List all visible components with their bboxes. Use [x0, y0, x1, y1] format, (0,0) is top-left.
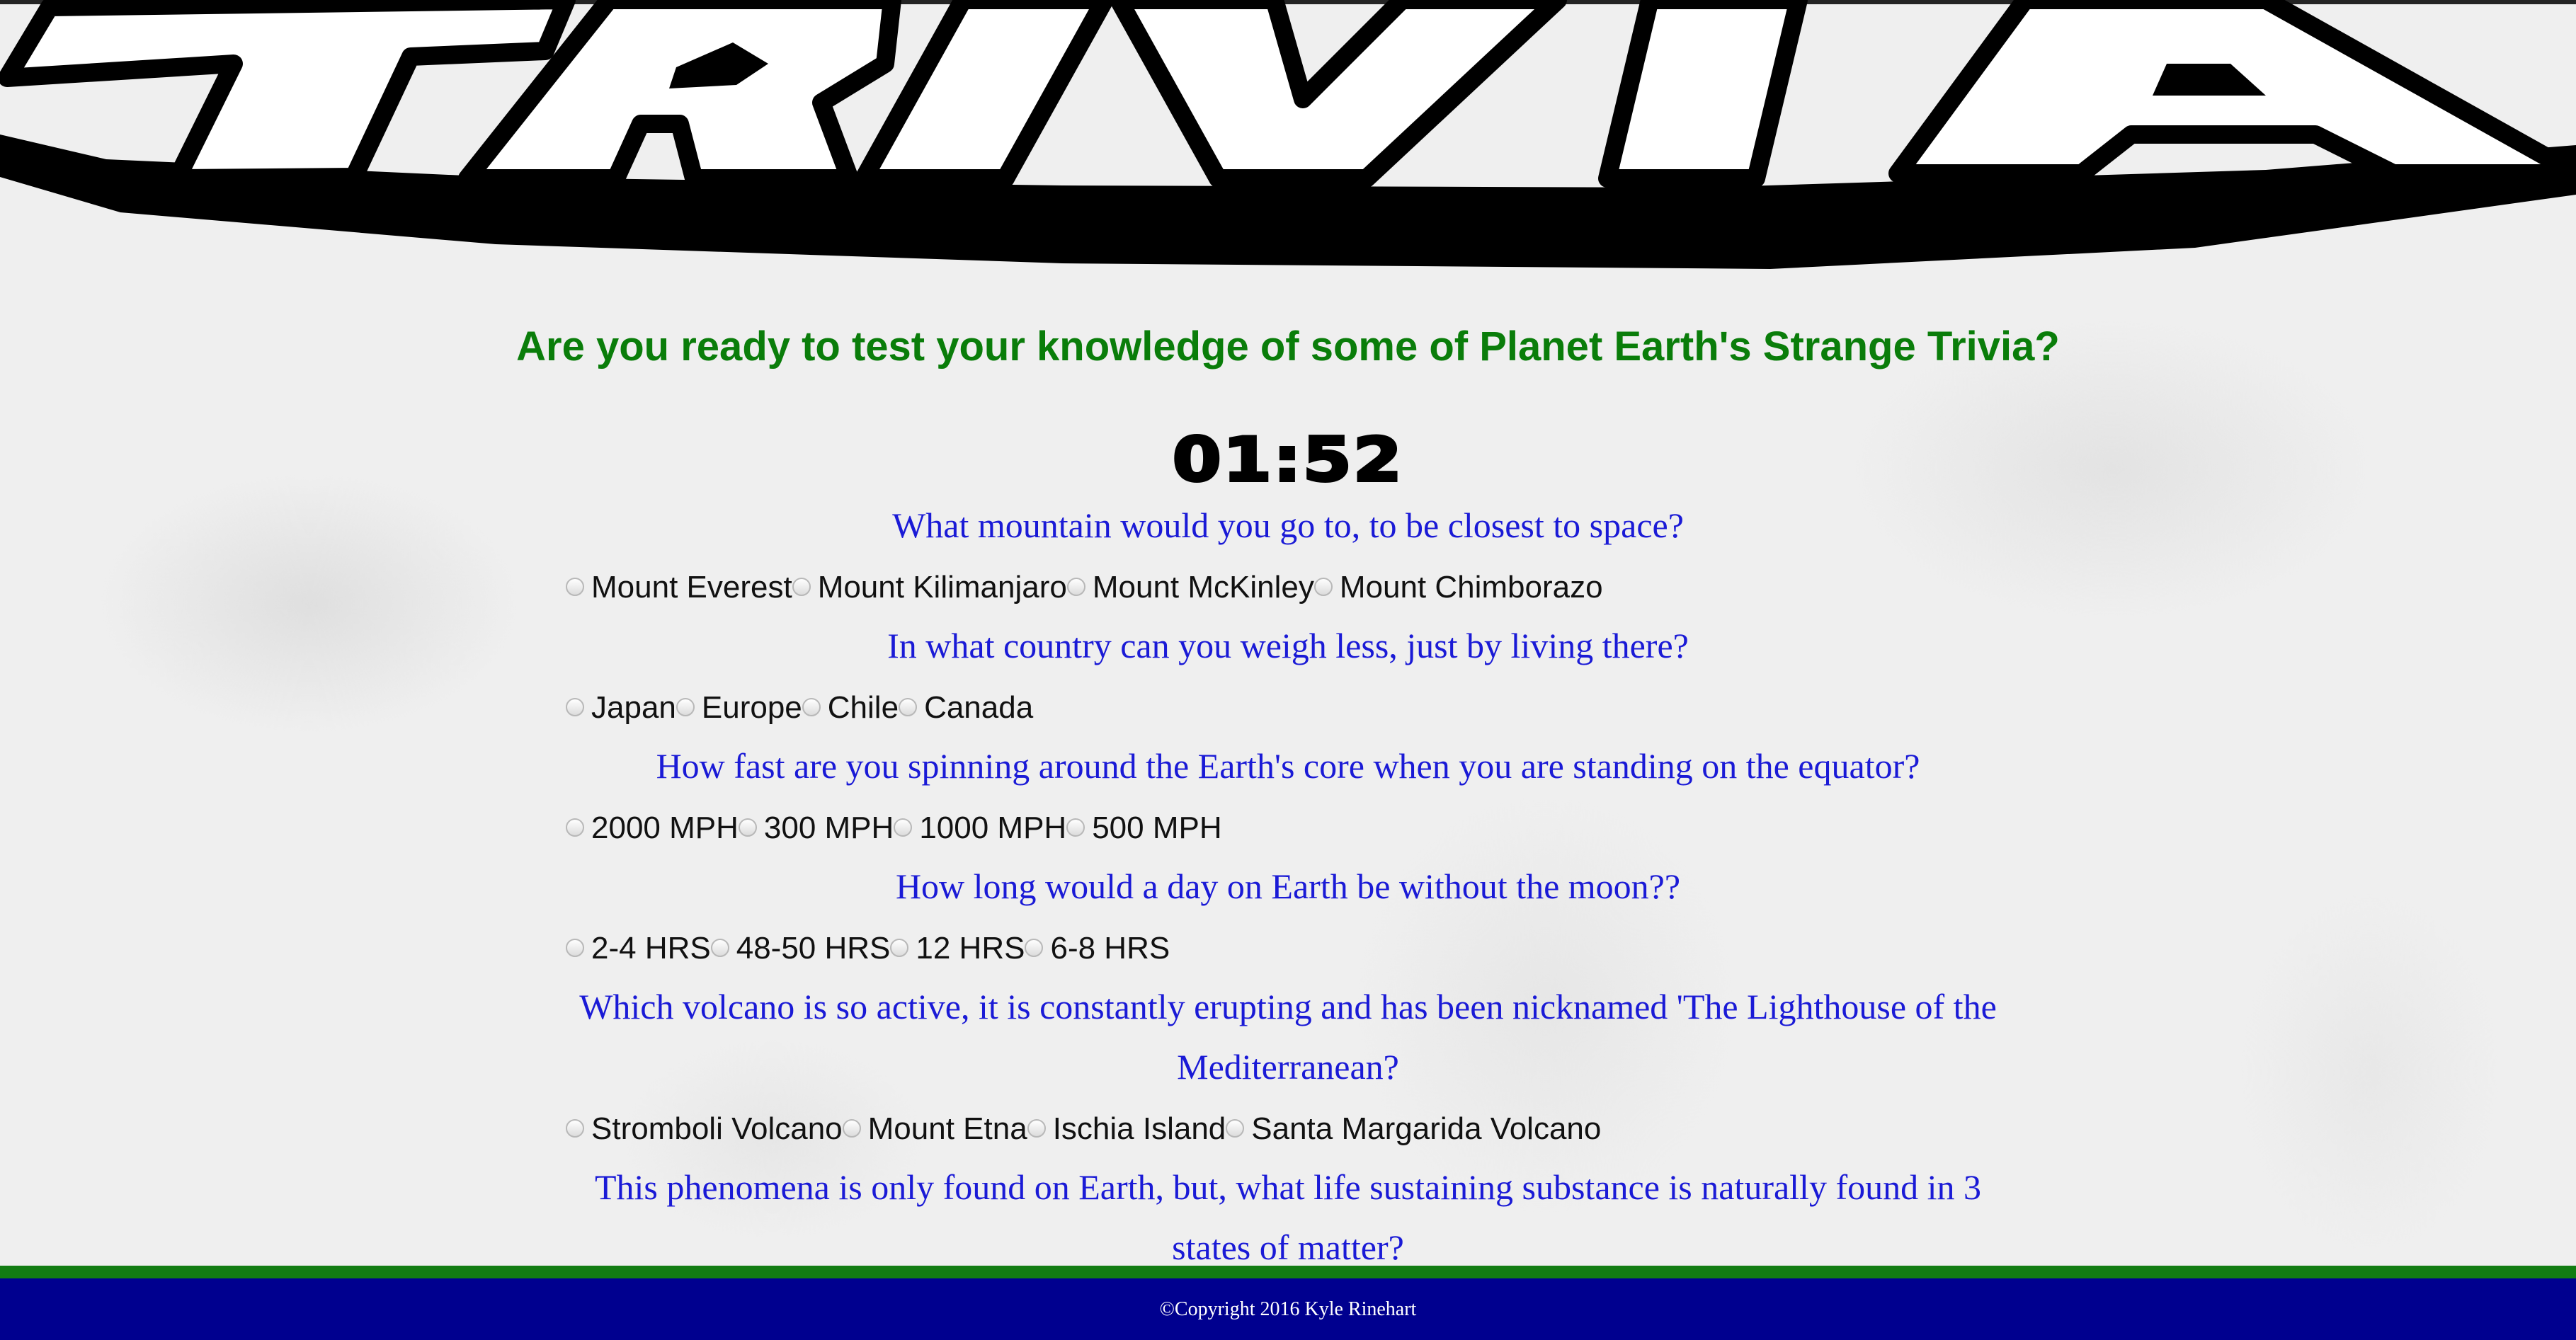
answer-radio[interactable]: [566, 939, 584, 957]
answer-radio[interactable]: [710, 939, 729, 957]
answer-radio[interactable]: [894, 818, 913, 837]
answer-label: Chile: [827, 689, 899, 725]
answer-radio[interactable]: [566, 698, 584, 716]
page-tagline: Are you ready to test your knowledge of …: [516, 323, 2060, 370]
quiz-form: What mountain would you go to, to be clo…: [566, 496, 2010, 1278]
answer-label: 12 HRS: [916, 930, 1025, 966]
answer-label: Santa Margarida Volcano: [1251, 1111, 1602, 1146]
question-text: In what country can you weigh less, just…: [887, 626, 1689, 665]
answer-option[interactable]: Mount Etna: [842, 1099, 1027, 1159]
trivia-logo: [0, 0, 2576, 269]
answer-label: Canada: [924, 689, 1034, 725]
answer-radio[interactable]: [1025, 939, 1044, 957]
answer-radio[interactable]: [842, 1119, 861, 1138]
answer-option[interactable]: Japan: [566, 677, 676, 738]
question-text: How long would a day on Earth be without…: [895, 866, 1681, 906]
answer-option[interactable]: 1000 MPH: [894, 798, 1066, 858]
answer-options: 2-4 HRS 48-50 HRS 12 HRS 6-8 HRS: [566, 917, 2010, 977]
answer-label: 1000 MPH: [919, 810, 1067, 845]
answer-option[interactable]: 300 MPH: [738, 798, 894, 858]
answer-label: Europe: [701, 689, 802, 725]
answer-options: Mount Everest Mount Kilimanjaro Mount McKi…: [566, 556, 2010, 616]
answer-option[interactable]: Mount Chimborazo: [1313, 557, 1603, 617]
answer-option[interactable]: Mount Everest: [566, 557, 792, 617]
main-content: Are you ready to test your knowledge of …: [0, 311, 2576, 1278]
answer-radio[interactable]: [738, 818, 757, 837]
answer-options: 2000 MPH 300 MPH 1000 MPH 500 MPH: [566, 796, 2010, 857]
answer-option[interactable]: Stromboli Volcano: [566, 1099, 843, 1159]
answer-option[interactable]: 48-50 HRS: [710, 918, 891, 978]
answer-option[interactable]: 2-4 HRS: [566, 918, 711, 978]
answer-label: Ischia Island: [1052, 1111, 1226, 1146]
answer-option[interactable]: 500 MPH: [1066, 798, 1222, 858]
answer-radio[interactable]: [802, 698, 821, 716]
question-text: This phenomena is only found on Earth, b…: [594, 1167, 1981, 1267]
answer-label: Mount Etna: [867, 1111, 1027, 1146]
footer-copyright: ©Copyright 2016 Kyle Rinehart: [0, 1278, 2576, 1340]
trivia-logo-banner: [0, 0, 2576, 276]
answer-label: Stromboli Volcano: [591, 1111, 843, 1146]
answer-radio[interactable]: [890, 939, 909, 957]
footer: ©Copyright 2016 Kyle Rinehart: [0, 1266, 2576, 1340]
answer-radio[interactable]: [566, 818, 584, 837]
answer-option[interactable]: Santa Margarida Volcano: [1226, 1099, 1601, 1159]
answer-options: Stromboli Volcano Mount Etna Ischia Island…: [566, 1097, 2010, 1157]
answer-label: 500 MPH: [1092, 810, 1222, 845]
answer-radio[interactable]: [792, 578, 811, 596]
answer-option[interactable]: Ischia Island: [1027, 1099, 1226, 1159]
question-text: Which volcano is so active, it is consta…: [579, 987, 1997, 1087]
answer-label: Mount McKinley: [1092, 569, 1314, 605]
answer-radio[interactable]: [676, 698, 695, 716]
answer-option[interactable]: 2000 MPH: [566, 798, 739, 858]
answer-label: 300 MPH: [763, 810, 894, 845]
answer-option[interactable]: 12 HRS: [890, 918, 1025, 978]
answer-label: 6-8 HRS: [1050, 930, 1170, 966]
answer-radio[interactable]: [899, 698, 918, 716]
answer-options: Japan Europe Chile Canada: [566, 676, 2010, 736]
footer-stripe: [0, 1266, 2576, 1278]
answer-radio[interactable]: [1027, 1119, 1046, 1138]
answer-label: 2-4 HRS: [591, 930, 711, 966]
answer-label: Mount Everest: [591, 569, 792, 605]
answer-option[interactable]: 6-8 HRS: [1025, 918, 1170, 978]
answer-option[interactable]: Canada: [899, 677, 1033, 738]
answer-label: 2000 MPH: [591, 810, 739, 845]
answer-option[interactable]: Mount Kilimanjaro: [792, 557, 1067, 617]
question-text: What mountain would you go to, to be clo…: [892, 505, 1684, 545]
answer-radio[interactable]: [1313, 578, 1333, 596]
answer-radio[interactable]: [1226, 1119, 1245, 1138]
answer-option[interactable]: Chile: [802, 677, 899, 738]
answer-label: Mount Kilimanjaro: [817, 569, 1067, 605]
answer-option[interactable]: Mount McKinley: [1066, 557, 1314, 617]
answer-radio[interactable]: [566, 578, 584, 596]
countdown-timer: 01:52: [1171, 423, 1404, 497]
answer-radio[interactable]: [1066, 578, 1085, 596]
answer-radio[interactable]: [566, 1119, 584, 1138]
answer-label: 48-50 HRS: [736, 930, 891, 966]
answer-radio[interactable]: [1066, 818, 1085, 837]
answer-option[interactable]: Europe: [676, 677, 802, 738]
question-text: How fast are you spinning around the Ear…: [656, 746, 1920, 786]
answer-label: Japan: [591, 689, 676, 725]
answer-label: Mount Chimborazo: [1339, 569, 1603, 605]
